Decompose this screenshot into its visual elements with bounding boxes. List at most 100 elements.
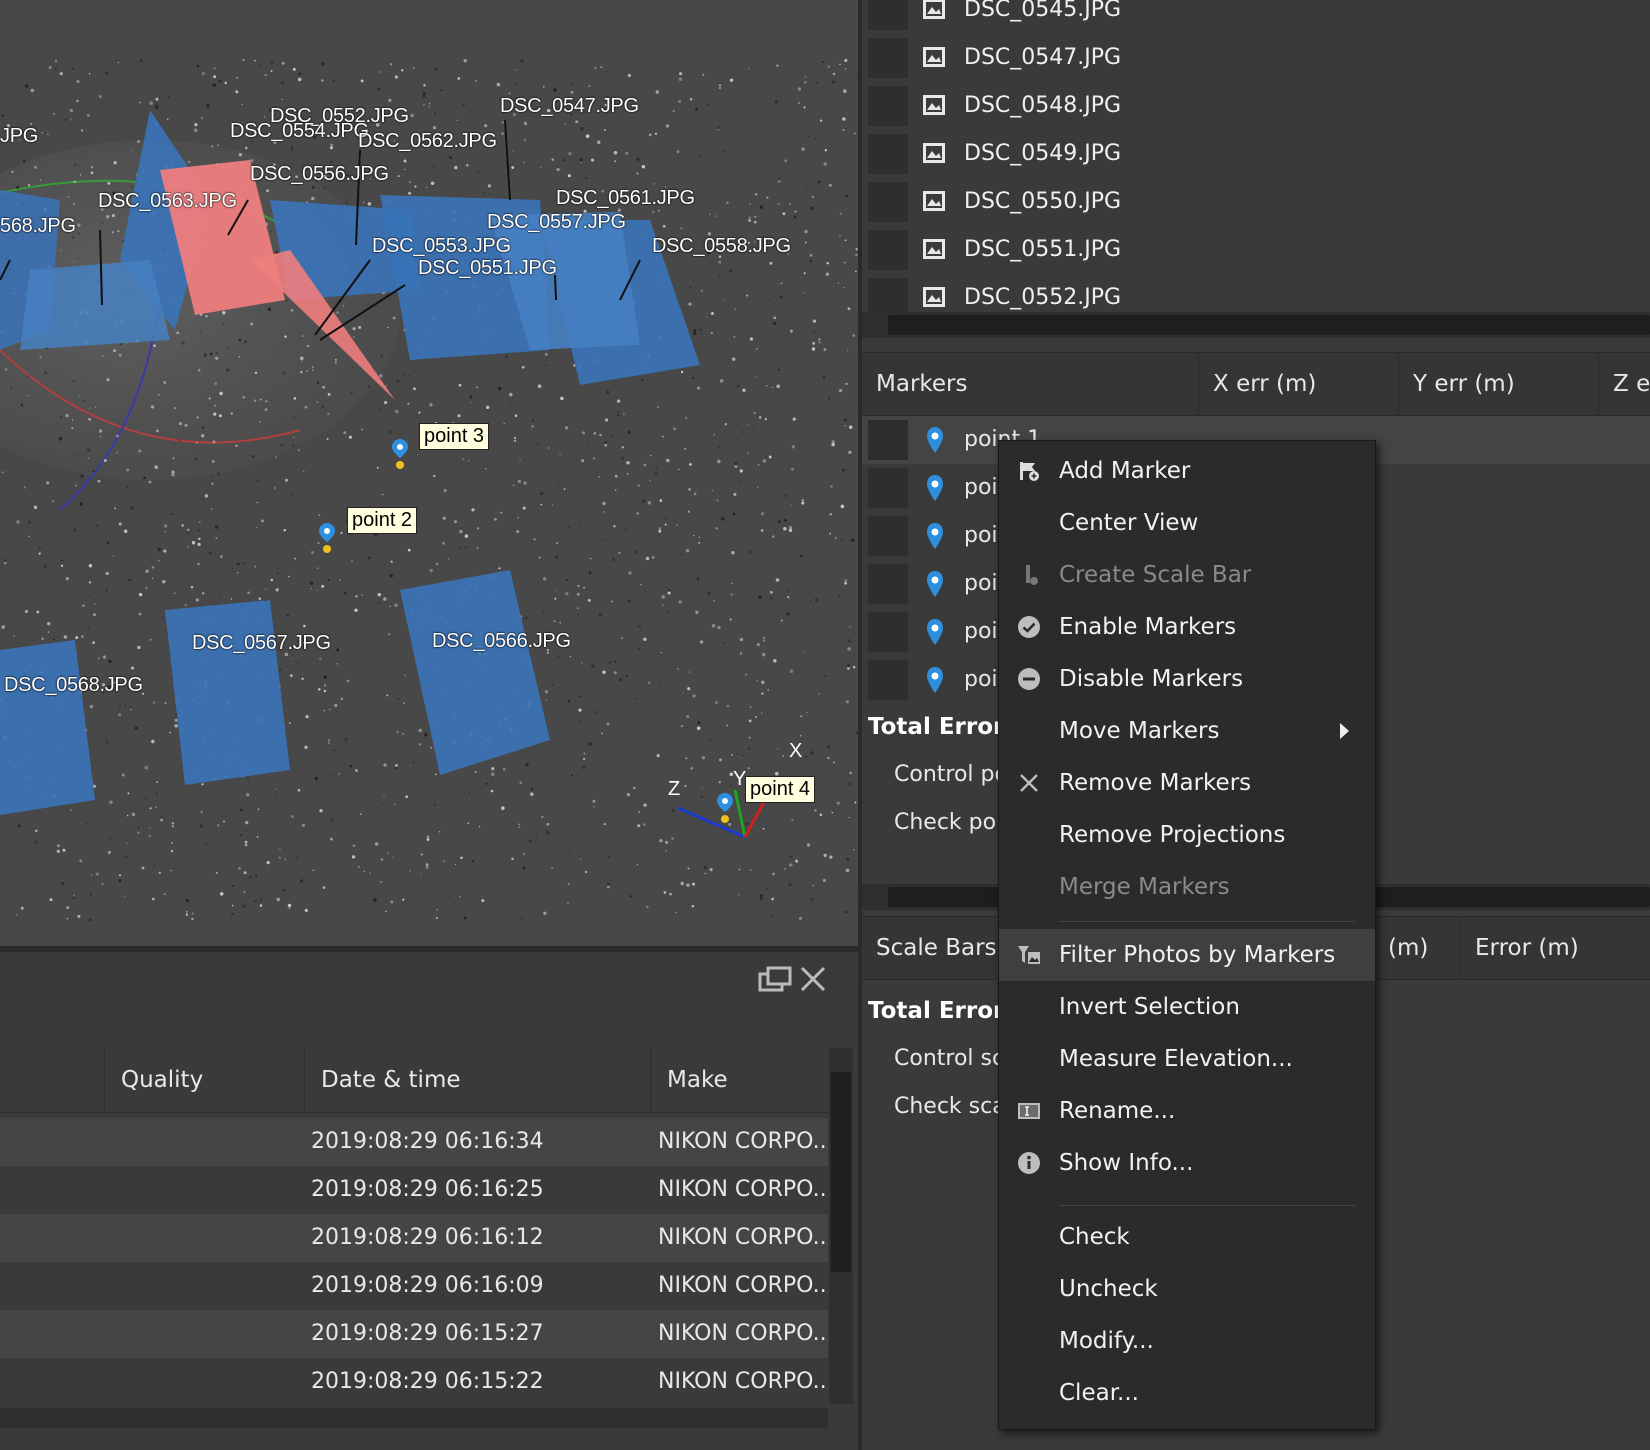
checkbox[interactable] [868,612,908,652]
checkbox[interactable] [868,516,908,556]
point-label[interactable]: point 2 [347,507,418,534]
image-icon [923,239,945,259]
column-header-y-err[interactable]: Y err (m) [1398,353,1598,415]
scrollbar-thumb[interactable] [831,1072,851,1272]
camera-label[interactable]: DSC_0554.JPG [230,120,369,143]
camera-label[interactable]: DSC_0562.JPG [358,130,497,153]
list-item[interactable]: DSC_0548.JPG [862,82,1650,130]
menu-item-clear[interactable]: Clear... [999,1367,1375,1419]
checkbox[interactable] [868,38,908,78]
camera-label[interactable]: DSC_0558.JPG [652,235,791,258]
menu-item-create-scale-bar[interactable]: Create Scale Bar [999,549,1375,601]
check-points-item[interactable]: Check poi [894,810,1002,835]
menu-label: Enable Markers [1059,614,1237,640]
camera-label[interactable]: DSC_0556.JPG [250,163,389,186]
checkbox[interactable] [868,660,908,700]
list-item[interactable]: DSC_0547.JPG [862,34,1650,82]
axis-x-label: X [789,740,803,762]
menu-item-show-info[interactable]: Show Info... [999,1137,1375,1189]
check-circle-icon [1018,616,1040,638]
column-header-make[interactable]: Make [650,1048,828,1112]
checkbox[interactable] [868,182,908,222]
menu-separator [1059,921,1355,922]
menu-item-modify[interactable]: Modify... [999,1315,1375,1367]
table-row[interactable]: 2019:08:29 06:16:12 NIKON CORPO... [0,1214,834,1262]
marker-icon [927,619,943,645]
make-cell: NIKON CORPO... [658,1369,834,1394]
control-points-item[interactable]: Control po [894,762,1008,787]
marker-pin-icon[interactable] [391,438,409,470]
file-name: DSC_0547.JPG [964,45,1122,70]
menu-item-uncheck[interactable]: Uncheck [999,1263,1375,1315]
point-label[interactable]: point 3 [419,423,490,450]
camera-label[interactable]: DSC_0568.JPG [4,674,143,697]
menu-item-add-marker[interactable]: Add Marker [999,445,1375,497]
menu-item-enable-markers[interactable]: Enable Markers [999,601,1375,653]
column-header-distance[interactable]: (m) [1374,917,1474,979]
menu-item-measure-elevation[interactable]: Measure Elevation... [999,1033,1375,1085]
checkbox[interactable] [868,0,908,30]
menu-item-remove-projections[interactable]: Remove Projections [999,809,1375,861]
menu-item-filter-photos[interactable]: Filter Photos by Markers [999,929,1375,981]
table-row[interactable]: 2019:08:29 06:15:22 NIKON CORPO... [0,1358,834,1406]
table-row[interactable]: 2019:08:29 06:15:27 NIKON CORPO... [0,1310,834,1358]
camera-label[interactable]: DSC_0553.JPG [372,235,511,258]
table-row[interactable]: 2019:08:29 06:16:25 NIKON CORPO... [0,1166,834,1214]
point-label[interactable]: point 4 [745,776,816,803]
checkbox[interactable] [868,468,908,508]
checkbox[interactable] [868,564,908,604]
photos-table-header: Quality Date & time Make [0,1048,828,1113]
horizontal-scrollbar[interactable] [862,312,1650,338]
file-name: DSC_0550.JPG [964,189,1122,214]
table-row[interactable]: 2019:08:29 06:16:34 NIKON CORPO... [0,1118,834,1166]
menu-item-merge-markers[interactable]: Merge Markers [999,861,1375,913]
menu-item-move-markers[interactable]: Move Markers [999,705,1375,757]
column-header-date[interactable]: Date & time [304,1048,650,1112]
checkbox[interactable] [868,86,908,126]
checkbox[interactable] [868,230,908,270]
markers-total-error[interactable]: Total Error [868,714,1004,740]
checkbox[interactable] [868,420,908,460]
column-header-z-err[interactable]: Z er [1598,353,1650,415]
menu-item-check[interactable]: Check [999,1211,1375,1263]
column-header-error[interactable]: Error (m) [1460,917,1650,979]
menu-item-remove-markers[interactable]: Remove Markers [999,757,1375,809]
camera-label[interactable]: DSC_0551.JPG [418,257,557,280]
column-header-quality[interactable]: Quality [104,1048,304,1112]
camera-label[interactable]: DSC_0567.JPG [192,632,331,655]
vertical-scrollbar[interactable] [829,1048,853,1404]
table-row[interactable]: 2019:08:29 06:16:09 NIKON CORPO... [0,1262,834,1310]
scale-bars-total-error[interactable]: Total Error [868,998,1004,1024]
date-cell: 2019:08:29 06:16:34 [311,1129,544,1154]
model-viewport[interactable]: JPG DSC_0552.JPG DSC_0554.JPG DSC_0562.J… [0,0,858,946]
menu-item-disable-markers[interactable]: Disable Markers [999,653,1375,705]
marker-pin-icon[interactable] [318,522,336,554]
camera-label[interactable]: 568.JPG [0,215,76,238]
checkbox[interactable] [868,134,908,174]
camera-label[interactable]: DSC_0566.JPG [432,630,571,653]
camera-label[interactable]: DSC_0547.JPG [500,95,639,118]
list-item[interactable]: DSC_0549.JPG [862,130,1650,178]
camera-label[interactable]: DSC_0557.JPG [487,211,626,234]
menu-item-invert-selection[interactable]: Invert Selection [999,981,1375,1033]
camera-label[interactable]: DSC_0563.JPG [98,190,237,213]
horizontal-scrollbar[interactable] [0,1408,828,1428]
menu-separator [1059,1205,1355,1206]
marker-pin-icon[interactable] [716,792,734,824]
column-header-blank[interactable] [0,1048,104,1112]
control-scale-bars-item[interactable]: Control sc [894,1046,1004,1071]
camera-label[interactable]: JPG [0,125,38,148]
add-marker-icon [1020,462,1039,481]
menu-item-rename[interactable]: Rename... [999,1085,1375,1137]
camera-label[interactable]: DSC_0561.JPG [556,187,695,210]
camera-plane [165,600,290,785]
list-item[interactable]: DSC_0550.JPG [862,178,1650,226]
column-header-x-err[interactable]: X err (m) [1198,353,1398,415]
menu-item-center-view[interactable]: Center View [999,497,1375,549]
list-item[interactable]: DSC_0551.JPG [862,226,1650,274]
menu-label: Measure Elevation... [1059,1046,1293,1072]
column-header-markers[interactable]: Markers [862,353,1198,415]
scrollbar-thumb[interactable] [888,315,1650,335]
list-item[interactable]: DSC_0545.JPG [862,0,1650,34]
check-scale-bars-item[interactable]: Check sca [894,1094,1006,1119]
